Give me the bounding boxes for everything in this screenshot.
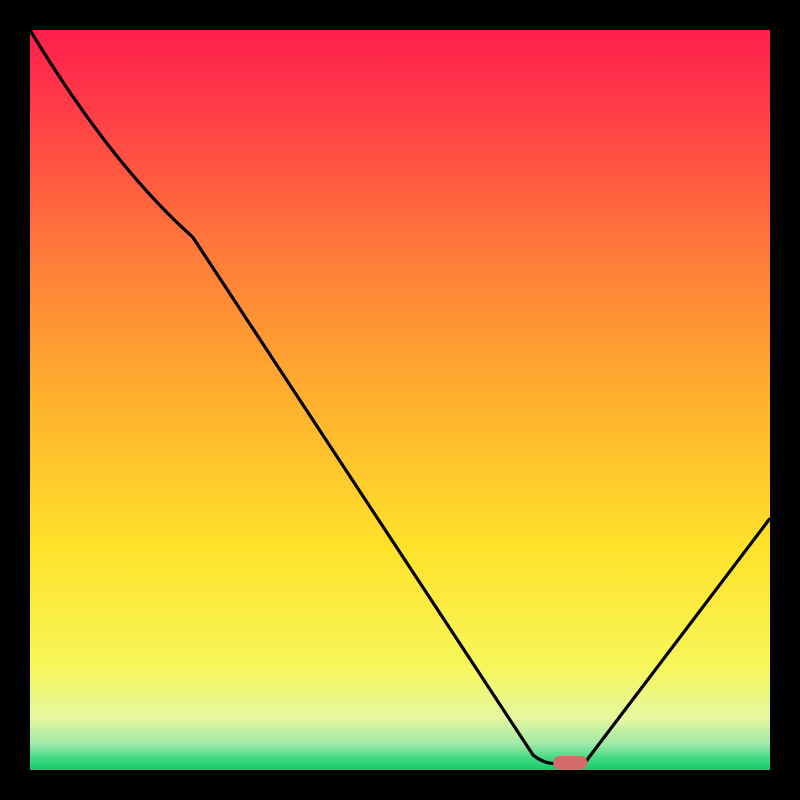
chart-frame — [0, 0, 800, 800]
